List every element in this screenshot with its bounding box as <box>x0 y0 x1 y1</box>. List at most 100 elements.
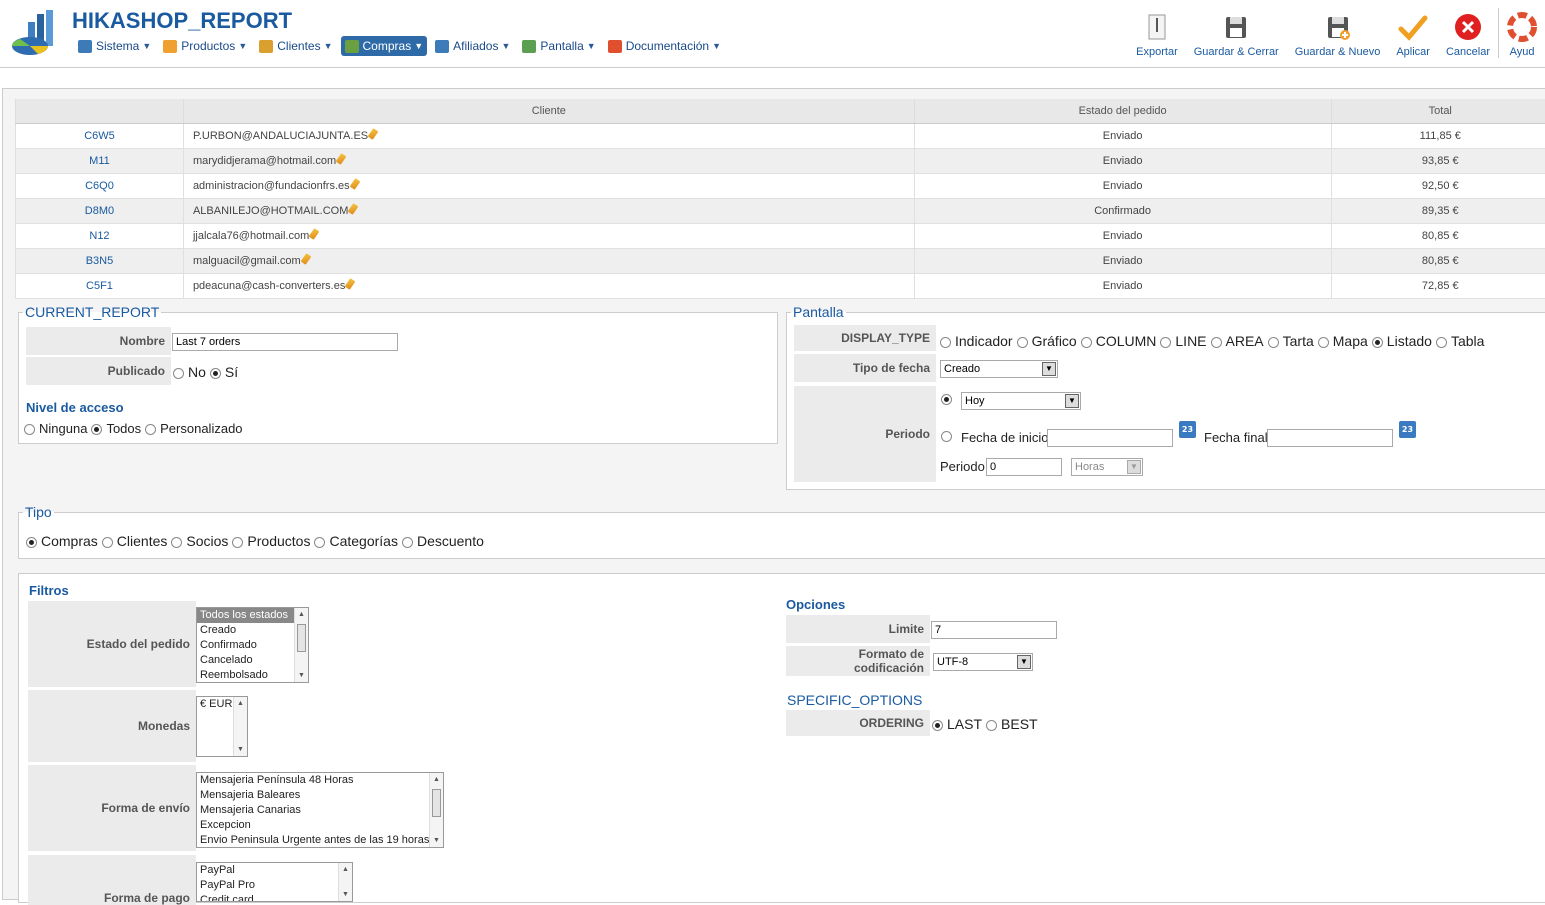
menu-item-sistema[interactable]: Sistema▼ <box>74 36 155 56</box>
display-type-radio[interactable] <box>1318 337 1329 348</box>
order-number-link-cell[interactable]: D8M0 <box>16 198 184 223</box>
period-preset-radio[interactable] <box>941 394 952 405</box>
end-date-input[interactable] <box>1267 429 1393 447</box>
order-status-listbox[interactable]: Todos los estadosCreadoConfirmadoCancela… <box>196 607 309 683</box>
scroll-up-icon[interactable]: ▲ <box>339 863 352 876</box>
edit-pencil-icon[interactable] <box>345 278 356 290</box>
cancel-button[interactable]: Cancelar <box>1438 8 1498 58</box>
shipping-listbox[interactable]: Mensajeria Península 48 HorasMensajeria … <box>196 772 444 848</box>
type-option-radio[interactable] <box>171 537 182 548</box>
scroll-up-icon[interactable]: ▲ <box>430 773 443 786</box>
listbox-option[interactable]: Envio Peninsula Urgente antes de las 19 … <box>197 833 443 848</box>
order-number-link-cell[interactable]: B3N5 <box>16 248 184 273</box>
scroll-down-icon[interactable]: ▼ <box>339 888 352 901</box>
listbox-option[interactable]: Reembolsado <box>197 668 308 683</box>
period-unit-select[interactable]: Horas▼ <box>1071 458 1143 476</box>
scroll-down-icon[interactable]: ▼ <box>430 834 443 847</box>
listbox-option[interactable]: Excepcion <box>197 818 443 833</box>
order-number-link-cell[interactable]: C6W5 <box>16 123 184 148</box>
currencies-listbox[interactable]: € EUR▲▼ <box>196 696 248 757</box>
col-number-header[interactable] <box>16 99 184 123</box>
order-number-link[interactable]: B3N5 <box>86 255 114 267</box>
edit-pencil-icon[interactable] <box>368 128 379 140</box>
scroll-down-icon[interactable]: ▼ <box>234 743 247 756</box>
encoding-select[interactable]: UTF-8▼ <box>933 653 1033 671</box>
order-number-link-cell[interactable]: M11 <box>16 148 184 173</box>
menu-item-compras[interactable]: Compras▼ <box>341 36 428 56</box>
edit-pencil-icon[interactable] <box>336 153 347 165</box>
menu-item-productos[interactable]: Productos▼ <box>159 36 251 56</box>
display-type-radio[interactable] <box>1160 337 1171 348</box>
access-custom-radio[interactable] <box>145 424 156 435</box>
display-type-radio[interactable] <box>1372 337 1383 348</box>
listbox-option[interactable]: Mensajeria Península 48 Horas <box>197 773 443 788</box>
scrollbar[interactable]: ▲▼ <box>429 773 443 847</box>
col-total-header[interactable]: Total <box>1331 99 1545 123</box>
help-button[interactable]: Ayud <box>1498 8 1545 58</box>
menu-item-afiliados[interactable]: Afiliados▼ <box>431 36 514 56</box>
type-option-radio[interactable] <box>26 537 37 548</box>
display-type-radio[interactable] <box>1017 337 1028 348</box>
order-number-link-cell[interactable]: C5F1 <box>16 273 184 298</box>
menu-item-documentación[interactable]: Documentación▼ <box>604 36 725 56</box>
report-name-input[interactable] <box>172 333 398 351</box>
listbox-option[interactable]: Creado <box>197 623 308 638</box>
scrollbar[interactable]: ▲▼ <box>294 608 308 682</box>
scroll-up-icon[interactable]: ▲ <box>295 608 308 621</box>
ordering-last-radio[interactable] <box>932 720 943 731</box>
order-number-link[interactable]: M11 <box>89 155 110 167</box>
scrollbar[interactable]: ▲▼ <box>338 863 352 901</box>
type-option-radio[interactable] <box>314 537 325 548</box>
calendar-icon[interactable]: 23 <box>1399 421 1416 438</box>
edit-pencil-icon[interactable] <box>348 203 359 215</box>
order-number-link[interactable]: D8M0 <box>85 205 114 217</box>
edit-pencil-icon[interactable] <box>349 178 360 190</box>
save-new-button[interactable]: Guardar & Nuevo <box>1287 8 1389 58</box>
order-number-link-cell[interactable]: C6Q0 <box>16 173 184 198</box>
edit-pencil-icon[interactable] <box>309 228 320 240</box>
col-status-header[interactable]: Estado del pedido <box>914 99 1331 123</box>
access-none-radio[interactable] <box>24 424 35 435</box>
period-count-input[interactable] <box>986 458 1062 476</box>
listbox-option[interactable]: PayPal Pro <box>197 878 352 893</box>
col-client-header[interactable]: Cliente <box>183 99 914 123</box>
order-number-link[interactable]: C5F1 <box>86 280 113 292</box>
listbox-option[interactable]: Credit card <box>197 893 352 902</box>
period-custom-radio[interactable] <box>941 431 952 442</box>
order-number-link[interactable]: C6W5 <box>84 130 115 142</box>
order-number-link-cell[interactable]: N12 <box>16 223 184 248</box>
type-option-radio[interactable] <box>402 537 413 548</box>
apply-button[interactable]: Aplicar <box>1388 8 1438 58</box>
type-option-radio[interactable] <box>102 537 113 548</box>
published-no-radio[interactable] <box>173 368 184 379</box>
order-number-link[interactable]: N12 <box>89 230 109 242</box>
type-option-radio[interactable] <box>232 537 243 548</box>
display-type-radio[interactable] <box>940 337 951 348</box>
ordering-best-radio[interactable] <box>986 720 997 731</box>
calendar-icon[interactable]: 23 <box>1179 421 1196 438</box>
listbox-option[interactable]: Mensajeria Baleares <box>197 788 443 803</box>
display-type-radio[interactable] <box>1436 337 1447 348</box>
menu-item-clientes[interactable]: Clientes▼ <box>255 36 336 56</box>
listbox-option[interactable]: Confirmado <box>197 638 308 653</box>
scroll-down-icon[interactable]: ▼ <box>295 669 308 682</box>
scroll-thumb[interactable] <box>297 624 306 652</box>
listbox-option[interactable]: Cancelado <box>197 653 308 668</box>
start-date-input[interactable] <box>1047 429 1173 447</box>
save-close-button[interactable]: Guardar & Cerrar <box>1186 8 1287 58</box>
published-yes-radio[interactable] <box>210 368 221 379</box>
listbox-option[interactable]: Todos los estados <box>197 608 308 623</box>
access-all-radio[interactable] <box>91 424 102 435</box>
order-number-link[interactable]: C6Q0 <box>85 180 114 192</box>
date-type-select[interactable]: Creado▼ <box>940 360 1058 378</box>
scroll-thumb[interactable] <box>432 789 441 817</box>
display-type-radio[interactable] <box>1211 337 1222 348</box>
listbox-option[interactable]: Mensajeria Canarias <box>197 803 443 818</box>
edit-pencil-icon[interactable] <box>300 253 311 265</box>
limit-input[interactable] <box>931 621 1057 639</box>
listbox-option[interactable]: PayPal <box>197 863 352 878</box>
display-type-radio[interactable] <box>1268 337 1279 348</box>
export-button[interactable]: Exportar <box>1128 8 1186 58</box>
period-select[interactable]: Hoy▼ <box>961 392 1081 410</box>
scroll-up-icon[interactable]: ▲ <box>234 697 247 710</box>
